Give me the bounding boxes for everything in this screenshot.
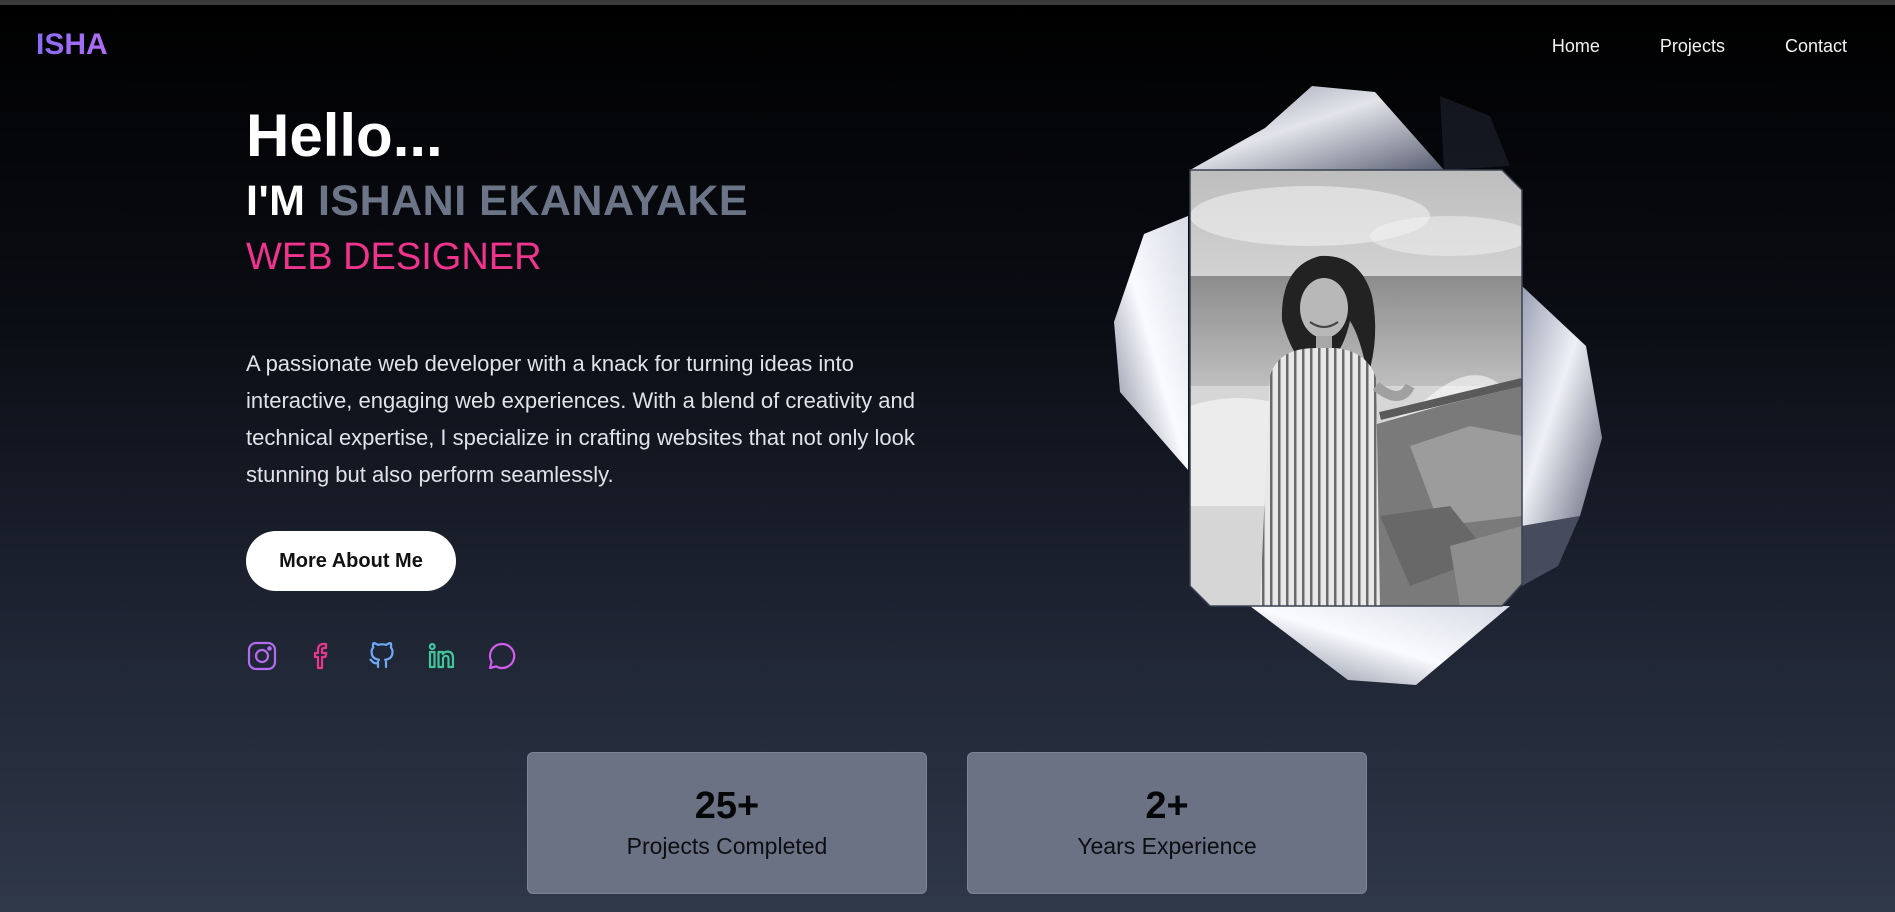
instagram-icon[interactable] — [246, 640, 278, 672]
site-logo[interactable]: ISHA — [36, 28, 108, 62]
nav-home-link[interactable]: Home — [1552, 36, 1600, 57]
hero-intro: I'M ISHANI EKANAYAKE — [246, 180, 748, 223]
stat-card-experience: 2+ Years Experience — [967, 752, 1367, 894]
social-links — [246, 640, 518, 672]
github-icon[interactable] — [366, 640, 398, 672]
hero-intro-prefix: I'M — [246, 177, 306, 225]
hero-greeting: Hello... — [246, 102, 443, 169]
stat-experience-label: Years Experience — [1077, 832, 1257, 859]
stat-experience-value: 2+ — [1145, 784, 1189, 827]
stat-card-projects: 25+ Projects Completed — [527, 752, 927, 894]
stat-projects-value: 25+ — [694, 784, 760, 827]
more-about-me-button[interactable]: More About Me — [246, 531, 456, 591]
profile-portrait — [1110, 86, 1714, 690]
hero-name: ISHANI EKANAYAKE — [317, 177, 749, 225]
window-top-border — [0, 0, 1895, 5]
stat-projects-label: Projects Completed — [626, 832, 828, 859]
linkedin-icon[interactable] — [426, 640, 458, 672]
hero-role: WEB DESIGNER — [246, 236, 542, 278]
hero-bio: A passionate web developer with a knack … — [246, 351, 915, 487]
main-nav: Home Projects Contact — [1552, 36, 1847, 57]
nav-contact-link[interactable]: Contact — [1785, 36, 1847, 57]
nav-projects-link[interactable]: Projects — [1660, 36, 1725, 57]
facebook-icon[interactable] — [306, 640, 338, 672]
chat-icon[interactable] — [486, 640, 518, 672]
